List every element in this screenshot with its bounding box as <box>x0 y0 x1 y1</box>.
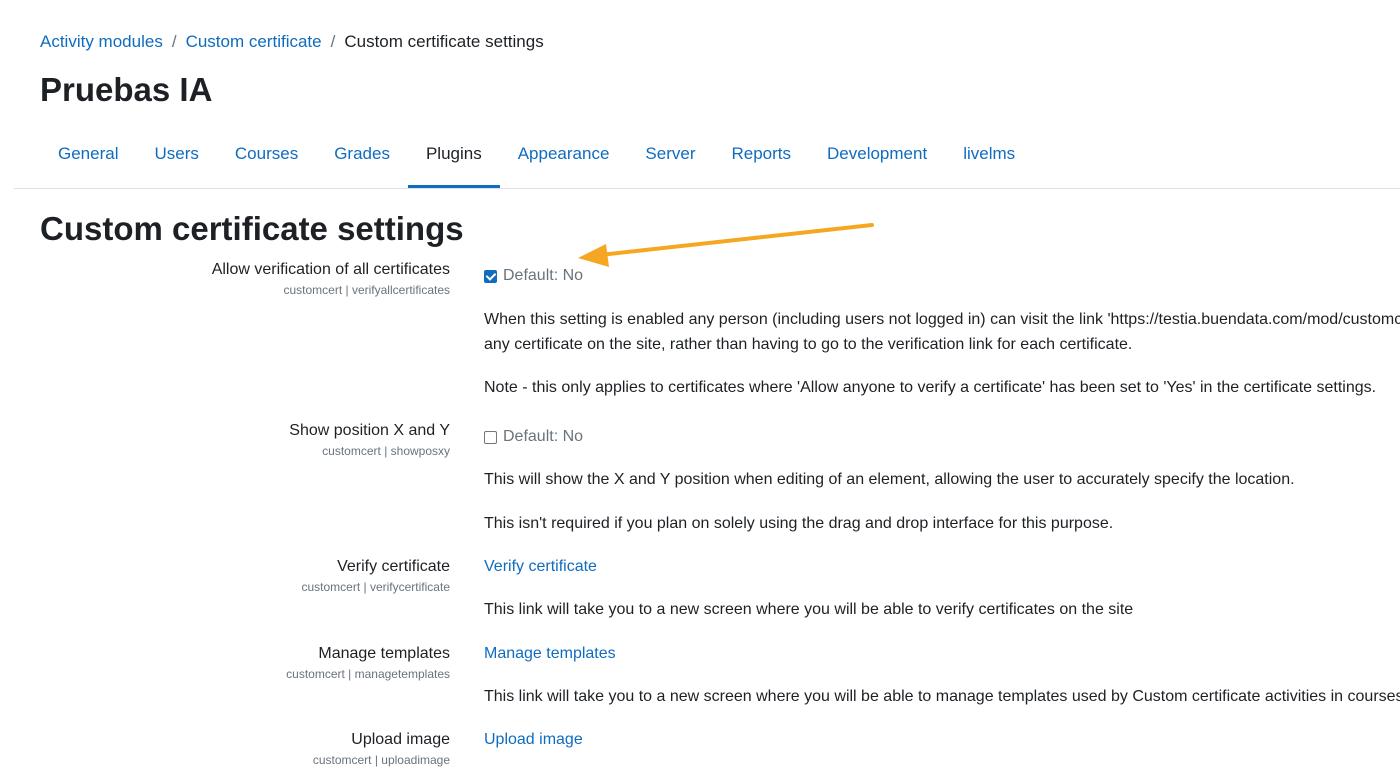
setting-key: customcert | verifyallcertificates <box>283 283 451 297</box>
site-title: Pruebas IA <box>40 71 213 108</box>
breadcrumb-activity-modules[interactable]: Activity modules <box>40 32 163 51</box>
admin-nav-tabs: General Users Courses Grades Plugins App… <box>40 130 1033 188</box>
setting-title: Upload image <box>351 731 450 748</box>
setting-title: Verify certificate <box>337 558 450 575</box>
upload-image-link[interactable]: Upload image <box>484 731 583 748</box>
setting-label-verifyall: Allow verification of all certificates c… <box>212 259 450 299</box>
verifyall-checkbox[interactable] <box>484 269 497 283</box>
tab-plugins[interactable]: Plugins <box>407 130 500 188</box>
verify-certificate-link[interactable]: Verify certificate <box>484 558 597 575</box>
admin-settings-page: Activity modules / Custom certificate / Cust… <box>0 0 1400 775</box>
setting-key: customcert | uploadimage <box>312 753 450 767</box>
setting-label-uploadimage: Upload image customcert | uploadimage <box>313 729 450 769</box>
setting-title: Show position X and Y <box>289 422 450 439</box>
setting-label-managetemplates: Manage templates customcert | managetemp… <box>286 643 450 683</box>
default-value-text: Default: No <box>503 428 584 445</box>
setting-control-verifycert: Verify certificate <box>484 556 597 578</box>
setting-control-showposxy: Default: No <box>484 426 583 448</box>
tab-grades[interactable]: Grades <box>316 130 408 188</box>
setting-key: customcert | verifycertificate <box>301 580 451 594</box>
setting-description: This link will take you to a new screen … <box>484 688 1400 705</box>
tab-livelms[interactable]: livelms <box>945 130 1033 188</box>
setting-label-showposxy: Show position X and Y customcert | showp… <box>289 420 450 460</box>
setting-label-verifycert: Verify certificate customcert | verifyce… <box>302 556 451 596</box>
tab-development[interactable]: Development <box>809 130 945 188</box>
breadcrumb-current: Custom certificate settings <box>344 32 544 51</box>
tabs-divider <box>14 188 1400 189</box>
breadcrumb-separator: / <box>330 32 336 51</box>
tab-general[interactable]: General <box>40 130 136 188</box>
page-heading: Custom certificate settings <box>40 210 464 247</box>
setting-control-uploadimage: Upload image <box>484 729 583 751</box>
setting-description: any certificate on the site, rather than… <box>484 336 1133 353</box>
breadcrumb: Activity modules / Custom certificate / Cust… <box>40 31 544 53</box>
manage-templates-link[interactable]: Manage templates <box>484 645 616 662</box>
setting-description: When this setting is enabled any person … <box>484 311 1400 328</box>
tab-reports[interactable]: Reports <box>713 130 809 188</box>
showposxy-checkbox-wrap[interactable]: Default: No <box>484 426 583 448</box>
setting-key: customcert | showposxy <box>322 444 450 458</box>
tab-courses[interactable]: Courses <box>217 130 316 188</box>
setting-note: Note - this only applies to certificates… <box>484 379 1377 396</box>
setting-key: customcert | managetemplates <box>286 667 450 681</box>
annotation-arrow-icon <box>578 223 874 267</box>
setting-description: This link will take you to a new screen … <box>484 601 1134 618</box>
setting-title: Allow verification of all certificates <box>211 261 450 278</box>
breadcrumb-custom-certificate[interactable]: Custom certificate <box>186 32 322 51</box>
tab-appearance[interactable]: Appearance <box>500 130 628 188</box>
tab-users[interactable]: Users <box>136 130 216 188</box>
showposxy-checkbox[interactable] <box>484 430 497 444</box>
tab-server[interactable]: Server <box>627 130 713 188</box>
setting-description: This will show the X and Y position when… <box>484 471 1295 488</box>
setting-control-managetemplates: Manage templates <box>484 643 616 665</box>
setting-title: Manage templates <box>318 645 450 662</box>
breadcrumb-separator: / <box>171 32 177 51</box>
setting-description: This isn't required if you plan on solel… <box>484 515 1114 532</box>
